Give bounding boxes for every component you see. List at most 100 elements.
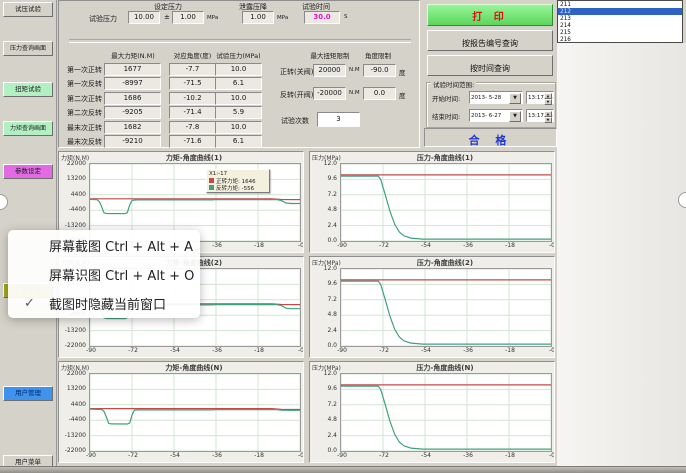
x-tick-label: -72 xyxy=(123,347,143,354)
y-tick-label: 12.0 xyxy=(311,265,337,272)
sidebar-button-4[interactable]: 力矩查询画面 xyxy=(3,121,53,136)
row-angle-value: -7.8 xyxy=(169,121,216,134)
tolerance-field[interactable]: 1.00 xyxy=(172,11,204,24)
start-time-spin-icon[interactable]: ▲▼ xyxy=(544,93,552,102)
sidebar-button-1[interactable]: 试压试验 xyxy=(3,2,53,17)
background-window-area xyxy=(557,43,686,466)
chart-title: 压力-角度曲线(1) xyxy=(340,153,550,163)
start-date-dropdown-icon[interactable]: ▼ xyxy=(509,93,521,104)
col-header-torque: 最大力矩(N.M) xyxy=(104,50,162,60)
reverse-angle-field[interactable]: 0.0 xyxy=(363,87,396,100)
row-pressure-value: 10.0 xyxy=(215,92,262,105)
row-pressure-value: 6.1 xyxy=(215,77,262,90)
y-tick-label: -13200 xyxy=(60,222,86,229)
x-tick-label: -36 xyxy=(458,242,478,249)
y-tick-label: 13200 xyxy=(60,385,86,392)
y-tick-label: 4.8 xyxy=(311,416,337,423)
x-tick-label: -18 xyxy=(249,452,269,459)
row-torque-value: -9205 xyxy=(104,106,161,119)
mpa-unit-1: MPa xyxy=(207,15,218,21)
row-torque-value: 1677 xyxy=(104,63,161,76)
end-date-dropdown-icon[interactable]: ▼ xyxy=(509,111,521,122)
query-by-time-label: 按时间查询 xyxy=(470,64,510,73)
row-angle-value: -7.7 xyxy=(169,63,216,76)
x-tick-label: -36 xyxy=(458,347,478,354)
chart-title: 压力-角度曲线(2) xyxy=(340,258,550,268)
context-menu-item-label: 屏幕截图 Ctrl + Alt + A xyxy=(49,236,193,255)
start-time-spinner[interactable]: 13:17:35 ▲▼ xyxy=(526,91,554,104)
start-date-combo[interactable]: 2013- 5-28 ▼ xyxy=(469,91,523,104)
chart-plot-area xyxy=(340,268,552,347)
test-count-field[interactable]: 3 xyxy=(317,112,360,127)
leak-drop-field[interactable]: 1.00 xyxy=(242,11,274,24)
x-tick-label: -54 xyxy=(165,452,185,459)
y-tick-label: 12.0 xyxy=(311,370,337,377)
test-pressure-field[interactable]: 10.00 xyxy=(128,11,160,24)
start-date-value: 2013- 5-28 xyxy=(470,95,501,101)
y-tick-label: 2.4 xyxy=(311,432,337,439)
row-torque-value: 1682 xyxy=(104,121,161,134)
x-tick-label: -72 xyxy=(374,347,394,354)
x-tick-label: -0 xyxy=(291,452,304,459)
end-date-combo[interactable]: 2013- 6-27 ▼ xyxy=(469,109,523,122)
right-edge-handle[interactable] xyxy=(678,192,686,208)
x-tick-label: -72 xyxy=(374,452,394,459)
row-pressure-value: 6.1 xyxy=(215,135,262,148)
x-tick-label: -54 xyxy=(165,347,185,354)
chart-plot-area xyxy=(340,373,552,452)
x-tick-label: -36 xyxy=(207,452,227,459)
report-list-item-214[interactable]: 214 xyxy=(558,22,682,29)
context-menu-item-1[interactable]: 屏幕截图 Ctrl + Alt + A xyxy=(8,231,200,260)
y-tick-label: -13200 xyxy=(60,327,86,334)
taskbar-sliver xyxy=(0,466,686,473)
y-tick-label: 7.2 xyxy=(311,401,337,408)
report-list-item-216[interactable]: 216 xyxy=(558,36,682,43)
chart-plot-area xyxy=(89,373,301,452)
mpa-unit-2: MPa xyxy=(277,15,288,21)
end-time-spinner[interactable]: 13:17:35 ▲▼ xyxy=(526,109,554,122)
test-time-field[interactable]: 30.0 xyxy=(304,11,340,24)
time-range-groupbox: 试验时间范围: 开始时间: 2013- 5-28 ▼ 13:17:35 ▲▼ 结… xyxy=(426,82,556,128)
forward-angle-field[interactable]: -90.0 xyxy=(363,64,396,77)
y-tick-label: 12.0 xyxy=(311,160,337,167)
y-tick-label: 9.6 xyxy=(311,385,337,392)
deg-unit-2: 度 xyxy=(399,90,406,100)
report-number-list[interactable]: 211212213214215216 xyxy=(557,0,683,43)
row-label: 最末次正转 xyxy=(59,123,102,133)
series-反转压力 xyxy=(341,386,551,449)
report-list-item-215[interactable]: 215 xyxy=(558,29,682,36)
report-list-item-213[interactable]: 213 xyxy=(558,15,682,22)
row-angle-value: -71.5 xyxy=(169,77,216,90)
legend-swatch-icon xyxy=(209,178,214,183)
y-tick-label: -4400 xyxy=(60,416,86,423)
reverse-torque-field[interactable]: -20000 xyxy=(313,87,346,100)
sidebar-button-5[interactable]: 参数设定 xyxy=(3,164,53,179)
report-list-item-211[interactable]: 211 xyxy=(558,1,682,8)
forward-torque-field[interactable]: 20000 xyxy=(313,64,346,77)
x-tick-label: -0 xyxy=(291,347,304,354)
query-by-time-button[interactable]: 按时间查询 xyxy=(427,55,553,76)
context-menu-item-3[interactable]: ✓截图时隐藏当前窗口 xyxy=(8,289,200,318)
query-by-report-label: 按报告编号查询 xyxy=(462,39,518,48)
end-time-spin-icon[interactable]: ▲▼ xyxy=(544,111,552,120)
divider xyxy=(69,39,411,43)
row-label: 第一次反转 xyxy=(59,79,102,89)
sidebar-button-2[interactable]: 压力查询画面 xyxy=(3,41,53,56)
nm-unit-1: N.M xyxy=(349,67,360,73)
sidebar-button-3[interactable]: 扭矩试验 xyxy=(3,82,53,97)
y-tick-label: 4.8 xyxy=(311,311,337,318)
x-tick-label: -72 xyxy=(374,242,394,249)
context-menu-item-2[interactable]: 屏幕识图 Ctrl + Alt + O xyxy=(8,260,200,289)
report-list-item-212[interactable]: 212 xyxy=(558,8,682,15)
print-button[interactable]: 打 印 xyxy=(427,4,553,26)
x-tick-label: -54 xyxy=(416,242,436,249)
query-by-report-button[interactable]: 按报告编号查询 xyxy=(427,30,553,51)
reverse-label: 反转(开阀) xyxy=(280,90,313,100)
sidebar-button-7[interactable]: 用户管理 xyxy=(3,386,53,401)
result-label: 合 格 xyxy=(469,134,513,147)
test-count-label: 试验次数 xyxy=(281,116,309,126)
x-tick-label: -54 xyxy=(416,452,436,459)
y-tick-label: 9.6 xyxy=(311,280,337,287)
x-tick-label: -36 xyxy=(458,452,478,459)
torque-limit-header: 最大扭矩限制 xyxy=(303,50,357,60)
